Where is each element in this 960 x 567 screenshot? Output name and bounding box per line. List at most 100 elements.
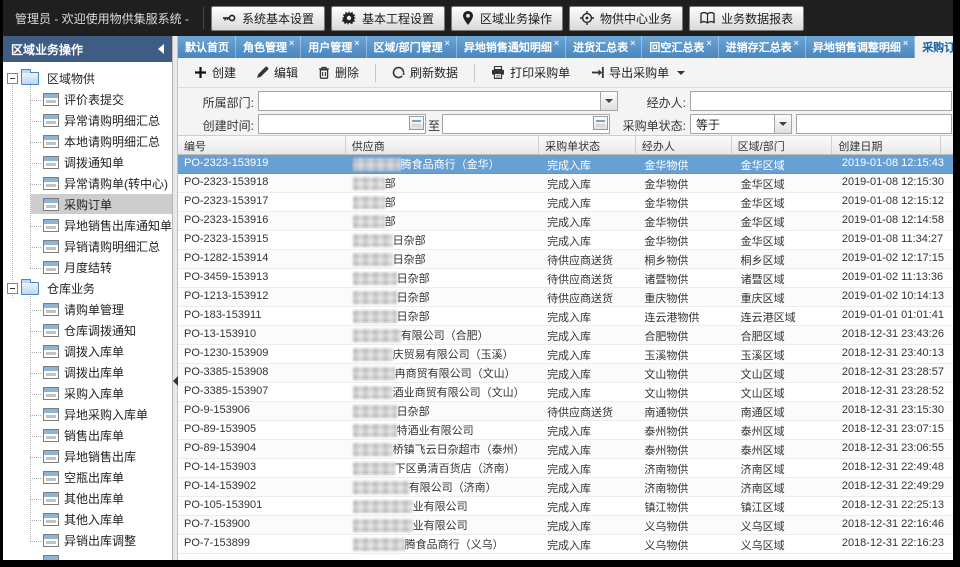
tab[interactable]: 角色管理 × <box>236 36 301 58</box>
tree-group-row[interactable]: 区域物供 <box>3 68 172 89</box>
column-header[interactable]: 区域/部门 <box>732 136 833 154</box>
po-status-operator-select[interactable]: 等于 <box>690 114 792 134</box>
column-header[interactable]: 编号 <box>178 136 346 154</box>
department-select[interactable] <box>258 91 618 111</box>
sidebar-tree-item[interactable]: 采购入库单 <box>3 383 172 404</box>
handler-input[interactable] <box>690 91 952 111</box>
tab[interactable]: 用户管理 × <box>301 36 366 58</box>
table-row[interactable]: PO-3385-153907 酒业商贸有限公司（文山） 完成入库 文山物供 文山… <box>178 383 953 402</box>
sidebar-tree-item[interactable]: 销售出库单 <box>3 425 172 446</box>
refresh-button[interactable]: 刷新数据 <box>384 61 466 84</box>
column-header[interactable]: 经办人 <box>636 136 732 154</box>
table-row[interactable]: PO-1282-153914 日杂部 待供应商送货 桐乡物供 桐乡区域 2019… <box>178 250 953 269</box>
sidebar-tree-item[interactable]: 异销请购明细汇总 <box>3 236 172 257</box>
menu-button-region-operations[interactable]: 区域业务操作 <box>451 6 563 31</box>
sidebar-tree-item[interactable]: 调拨通知单 <box>3 152 172 173</box>
sidebar-tree-item[interactable]: 调拨出库单 <box>3 362 172 383</box>
table-row[interactable]: PO-2323-153915 日杂部 完成入库 金华物供 金华区域 2019-0… <box>178 231 953 250</box>
sidebar-tree-item[interactable]: 异常请购明细汇总 <box>3 110 172 131</box>
table-row[interactable]: PO-7-153899 腾食品商行（义乌） 完成入库 义乌物供 义乌区域 201… <box>178 535 953 554</box>
table-scrollbar[interactable] <box>945 307 953 325</box>
create-button[interactable]: 创建 <box>186 61 244 84</box>
sidebar-tree-item[interactable]: 调拨入库单 <box>3 341 172 362</box>
table-scrollbar[interactable] <box>945 440 953 458</box>
table-scrollbar[interactable] <box>945 193 953 211</box>
collapse-expander-icon[interactable] <box>7 283 18 294</box>
sidebar-tree-item[interactable]: 异地采购入库单 <box>3 404 172 425</box>
table-scrollbar[interactable] <box>945 174 953 192</box>
print-po-button[interactable]: 打印采购单 <box>483 61 578 84</box>
chevron-down-icon[interactable] <box>774 115 791 133</box>
table-scrollbar[interactable] <box>945 497 953 515</box>
menu-button-system-settings[interactable]: 系统基本设置 <box>211 6 325 31</box>
table-scrollbar[interactable] <box>945 231 953 249</box>
menu-button-data-reports[interactable]: 业务数据报表 <box>689 6 804 31</box>
sidebar-tree-item[interactable] <box>3 551 172 560</box>
table-row[interactable]: PO-2323-153916 部 完成入库 金华物供 金华区域 2019-01-… <box>178 212 953 231</box>
table-row[interactable]: PO-1230-153909 庆贸易有限公司（玉溪） 完成入库 玉溪物供 玉溪区… <box>178 345 953 364</box>
column-header[interactable]: 供应商 <box>346 136 539 154</box>
created-from-input[interactable] <box>258 114 426 134</box>
table-row[interactable]: PO-3459-153913 日杂部 待供应商送货 诸暨物供 诸暨区域 2019… <box>178 269 953 288</box>
table-scrollbar[interactable] <box>945 535 953 553</box>
sidebar-tree-item[interactable]: 评价表提交 <box>3 89 172 110</box>
edit-button[interactable]: 编辑 <box>248 61 306 84</box>
close-tab-icon[interactable]: × <box>794 39 799 48</box>
tab[interactable]: 采购订单 × <box>915 36 953 58</box>
sidebar-tree-item[interactable]: 月度结转 <box>3 257 172 278</box>
table-scrollbar[interactable] <box>945 478 953 496</box>
table-scrollbar[interactable] <box>945 421 953 439</box>
chevron-left-icon[interactable] <box>158 44 164 54</box>
close-tab-icon[interactable]: × <box>554 39 559 48</box>
table-scrollbar[interactable] <box>945 212 953 230</box>
sidebar-tree-item[interactable]: 仓库调拨通知 <box>3 320 172 341</box>
sidebar-tree-item[interactable]: 空瓶出库单 <box>3 467 172 488</box>
table-scrollbar[interactable] <box>945 345 953 363</box>
table-row[interactable]: PO-183-153911 日杂部 完成入库 连云港物供 连云港区域 2019-… <box>178 307 953 326</box>
table-scrollbar[interactable] <box>945 402 953 420</box>
close-tab-icon[interactable]: × <box>630 39 635 48</box>
table-row[interactable]: PO-89-153905 特酒业有限公司 完成入库 泰州物供 泰州区域 2018… <box>178 421 953 440</box>
table-row[interactable]: PO-2323-153917 部 完成入库 金华物供 金华区域 2019-01-… <box>178 193 953 212</box>
table-scrollbar[interactable] <box>945 288 953 306</box>
sidebar-tree-item[interactable]: 异常请购单(转中心) <box>3 173 172 194</box>
sidebar-tree-item[interactable]: 本地请购明细汇总 <box>3 131 172 152</box>
splitter-collapse-icon[interactable] <box>173 376 178 386</box>
table-row[interactable]: PO-9-153906 日杂部 待供应商送货 南通物供 南通区域 2018-12… <box>178 402 953 421</box>
sidebar-tree-item[interactable]: 采购订单 <box>3 194 172 215</box>
table-scrollbar[interactable] <box>945 383 953 401</box>
column-header[interactable]: 创建日期 <box>832 136 941 154</box>
table-row[interactable]: PO-7-153900 业有限公司 完成入库 义乌物供 义乌区域 2018-12… <box>178 516 953 535</box>
close-tab-icon[interactable]: × <box>445 39 450 48</box>
sidebar-tree-item[interactable]: 异销出库调整 <box>3 530 172 551</box>
table-scrollbar[interactable] <box>945 250 953 268</box>
table-row[interactable]: PO-1213-153912 日杂部 待供应商送货 重庆物供 重庆区域 2019… <box>178 288 953 307</box>
table-row[interactable]: PO-105-153901 业有限公司 完成入库 镇江物供 镇江区域 2018-… <box>178 497 953 516</box>
table-row[interactable]: PO-13-153910 有限公司（合肥） 完成入库 合肥物供 合肥区域 201… <box>178 326 953 345</box>
close-tab-icon[interactable]: × <box>289 39 294 48</box>
table-scrollbar[interactable] <box>945 364 953 382</box>
close-tab-icon[interactable]: × <box>354 39 359 48</box>
sidebar-tree-item[interactable]: 其他入库单 <box>3 509 172 530</box>
export-po-button[interactable]: 导出采购单 <box>582 61 693 84</box>
tree-group-row[interactable]: 仓库业务 <box>3 278 172 299</box>
tab[interactable]: 进销存汇总表 × <box>719 36 806 58</box>
table-scrollbar[interactable] <box>945 326 953 344</box>
tab[interactable]: 异地销售通知明细 × <box>457 36 566 58</box>
sidebar-tree-item[interactable]: 请购单管理 <box>3 299 172 320</box>
table-row[interactable]: PO-14-153903 下区勇清百货店（济南） 完成入库 济南物供 济南区域 … <box>178 459 953 478</box>
table-row[interactable]: PO-14-153902 有限公司（济南） 完成入库 济南物供 济南区域 201… <box>178 478 953 497</box>
menu-button-supply-center[interactable]: 物供中心业务 <box>569 6 683 31</box>
tab[interactable]: 默认首页 <box>178 36 236 58</box>
po-status-value-input[interactable] <box>796 114 952 134</box>
menu-button-project-settings[interactable]: 基本工程设置 <box>331 6 445 31</box>
table-scrollbar[interactable] <box>945 516 953 534</box>
collapse-expander-icon[interactable] <box>7 73 18 84</box>
calendar-icon[interactable] <box>409 116 424 130</box>
table-scrollbar[interactable] <box>945 269 953 287</box>
tab[interactable]: 区域/部门管理 × <box>367 36 457 58</box>
tab[interactable]: 异地销售调整明细 × <box>806 36 915 58</box>
sidebar-tree-item[interactable]: 其他出库单 <box>3 488 172 509</box>
sidebar-tree-item[interactable]: 异地销售出库 <box>3 446 172 467</box>
table-row[interactable]: PO-3385-153908 冉商贸有限公司（文山） 完成入库 文山物供 文山区… <box>178 364 953 383</box>
